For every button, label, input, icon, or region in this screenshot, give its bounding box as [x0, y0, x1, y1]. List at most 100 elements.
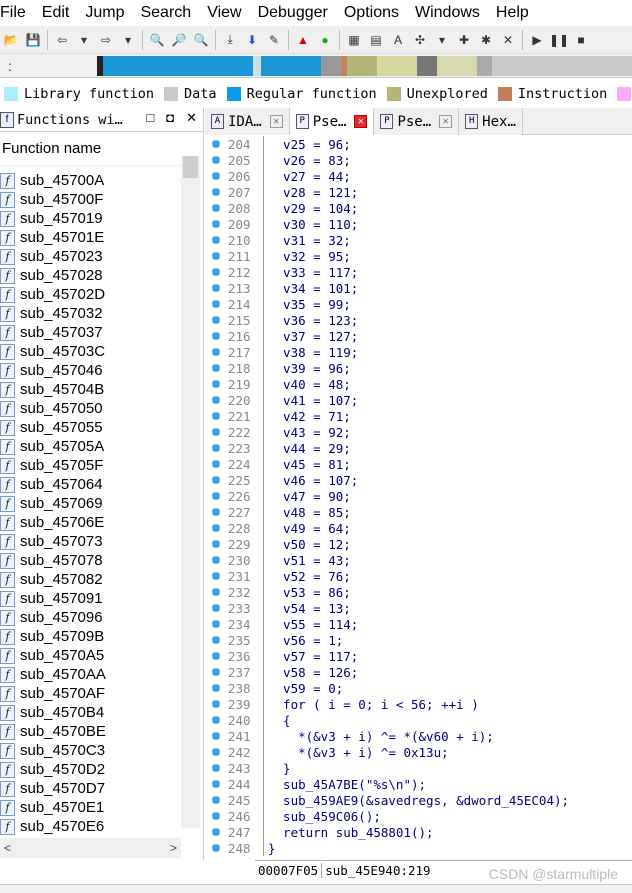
breakpoint-dot-icon[interactable] [212, 284, 220, 292]
jump-icon[interactable]: ⤓ [219, 29, 241, 51]
code-line[interactable]: 230 v51 = 43; [205, 552, 632, 568]
function-list-item[interactable]: f sub_45709B [0, 627, 180, 646]
function-list-item[interactable]: f sub_45701E [0, 228, 180, 247]
function-list-item[interactable]: f sub_457073 [0, 532, 180, 551]
menu-options[interactable]: Options [344, 0, 407, 26]
function-list-item[interactable]: f sub_457082 [0, 570, 180, 589]
function-list-item[interactable]: f sub_457096 [0, 608, 180, 627]
menu-windows[interactable]: Windows [415, 0, 488, 26]
code-line[interactable]: 207 v28 = 121; [205, 184, 632, 200]
code-line[interactable]: 220 v41 = 107; [205, 392, 632, 408]
breakpoint-dot-icon[interactable] [212, 252, 220, 260]
tools-icon[interactable]: ✱ [475, 29, 497, 51]
code-line[interactable]: 223 v44 = 29; [205, 440, 632, 456]
code-line[interactable]: 224 v45 = 81; [205, 456, 632, 472]
code-line[interactable]: 248} [205, 840, 632, 856]
function-list-item[interactable]: f sub_457037 [0, 323, 180, 342]
code-line[interactable]: 215 v36 = 123; [205, 312, 632, 328]
code-line[interactable]: 236 v57 = 117; [205, 648, 632, 664]
code-line[interactable]: 242 *(&v3 + i) ^= 0x13u; [205, 744, 632, 760]
breakpoint-dot-icon[interactable] [212, 732, 220, 740]
code-line[interactable]: 239 for ( i = 0; i < 56; ++i ) [205, 696, 632, 712]
breakpoint-dot-icon[interactable] [212, 508, 220, 516]
green-circle-icon[interactable]: ● [314, 29, 336, 51]
code-line[interactable]: 221 v42 = 71; [205, 408, 632, 424]
breakpoint-dot-icon[interactable] [212, 332, 220, 340]
code-line[interactable]: 229 v50 = 12; [205, 536, 632, 552]
code-line[interactable]: 246 sub_459C06(); [205, 808, 632, 824]
breakpoint-dot-icon[interactable] [212, 444, 220, 452]
breakpoint-dot-icon[interactable] [212, 780, 220, 788]
function-list-item[interactable]: f sub_4570E1 [0, 798, 180, 817]
code-line[interactable]: 241 *(&v3 + i) ^= *(&v60 + i); [205, 728, 632, 744]
code-line[interactable]: 211 v32 = 95; [205, 248, 632, 264]
menu-file[interactable]: File [0, 0, 34, 26]
code-line[interactable]: 212 v33 = 117; [205, 264, 632, 280]
code-line[interactable]: 226 v47 = 90; [205, 488, 632, 504]
tab-3[interactable]: H Hex… [459, 108, 523, 135]
plugin-icon[interactable]: ✚ [453, 29, 475, 51]
breakpoint-dot-icon[interactable] [212, 812, 220, 820]
code-line[interactable]: 204 v25 = 96; [205, 136, 632, 152]
binary-search-icon[interactable]: 🔍 [146, 29, 168, 51]
struct-icon[interactable]: ▤ [365, 29, 387, 51]
menu-search[interactable]: Search [140, 0, 199, 26]
segment-icon[interactable]: ▦ [343, 29, 365, 51]
breakpoint-dot-icon[interactable] [212, 412, 220, 420]
function-list-item[interactable]: f sub_457064 [0, 475, 180, 494]
breakpoint-dot-icon[interactable] [212, 684, 220, 692]
code-line[interactable]: 213 v34 = 101; [205, 280, 632, 296]
breakpoint-dot-icon[interactable] [212, 428, 220, 436]
menu-edit[interactable]: Edit [42, 0, 78, 26]
forward-arrow-icon[interactable]: ⇨ [95, 29, 117, 51]
breakpoint-dot-icon[interactable] [212, 300, 220, 308]
function-list-item[interactable]: f sub_457055 [0, 418, 180, 437]
breakpoint-dot-icon[interactable] [212, 460, 220, 468]
menu-help[interactable]: Help [496, 0, 537, 26]
breakpoint-dot-icon[interactable] [212, 716, 220, 724]
back-arrow-icon[interactable]: ⇦ [51, 29, 73, 51]
code-line[interactable]: 240 { [205, 712, 632, 728]
code-line[interactable]: 235 v56 = 1; [205, 632, 632, 648]
breakpoint-dot-icon[interactable] [212, 316, 220, 324]
breakpoint-dot-icon[interactable] [212, 172, 220, 180]
function-list-item[interactable]: f sub_45705A [0, 437, 180, 456]
function-list-item[interactable]: f sub_4570AF [0, 684, 180, 703]
code-line[interactable]: 247 return sub_458801(); [205, 824, 632, 840]
code-line[interactable]: 234 v55 = 114; [205, 616, 632, 632]
breakpoint-dot-icon[interactable] [212, 556, 220, 564]
tab-close-icon[interactable]: ✕ [439, 115, 453, 128]
forward-dropdown-icon[interactable]: ▾ [117, 29, 139, 51]
breakpoint-dot-icon[interactable] [212, 796, 220, 804]
breakpoint-dot-icon[interactable] [212, 236, 220, 244]
function-list-item[interactable]: f sub_4570D7 [0, 779, 180, 798]
breakpoint-dot-icon[interactable] [212, 764, 220, 772]
panel-menu-icon[interactable]: □ [146, 110, 154, 126]
code-line[interactable]: 244 sub_45A7BE("%s\n"); [205, 776, 632, 792]
open-folder-icon[interactable]: 📂 [0, 29, 22, 51]
function-list-item[interactable]: f sub_45703C [0, 342, 180, 361]
menu-debugger[interactable]: Debugger [258, 0, 336, 26]
code-line[interactable]: 228 v49 = 64; [205, 520, 632, 536]
code-line[interactable]: 216 v37 = 127; [205, 328, 632, 344]
breakpoint-dot-icon[interactable] [212, 844, 220, 852]
code-line[interactable]: 219 v40 = 48; [205, 376, 632, 392]
code-line[interactable]: 222 v43 = 92; [205, 424, 632, 440]
code-line[interactable]: 206 v27 = 44; [205, 168, 632, 184]
code-line[interactable]: 208 v29 = 104; [205, 200, 632, 216]
enum-dropdown-icon[interactable]: ▾ [431, 29, 453, 51]
breakpoint-dot-icon[interactable] [212, 572, 220, 580]
scroll-right-icon[interactable]: > [170, 841, 177, 855]
breakpoint-dot-icon[interactable] [212, 364, 220, 372]
navigation-strip[interactable] [97, 56, 632, 76]
function-list-item[interactable]: f sub_457078 [0, 551, 180, 570]
tab-1[interactable]: P Pse… ✕ [289, 108, 375, 135]
breakpoint-dot-icon[interactable] [212, 396, 220, 404]
panel-close-icon[interactable]: ✕ [186, 110, 197, 126]
navigation-band[interactable]: : [0, 54, 632, 78]
functions-vertical-scrollbar[interactable] [181, 156, 200, 828]
close-x-icon[interactable]: ✕ [497, 29, 519, 51]
function-list-item[interactable]: f sub_457046 [0, 361, 180, 380]
scroll-left-icon[interactable]: < [4, 841, 11, 855]
function-list-item[interactable]: f sub_4570B4 [0, 703, 180, 722]
